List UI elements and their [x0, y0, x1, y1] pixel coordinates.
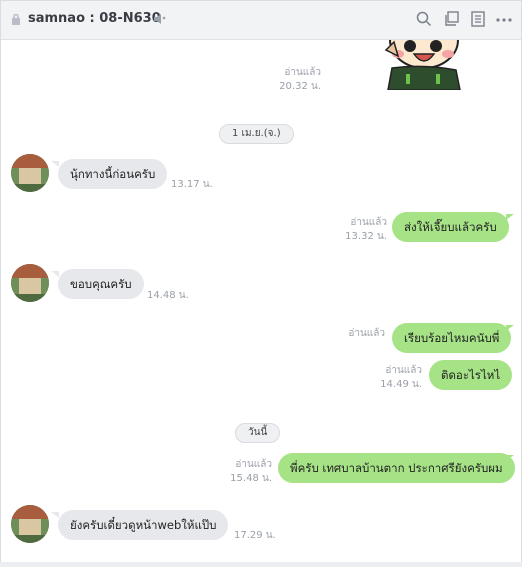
- more-icon[interactable]: [496, 18, 512, 22]
- outgoing-message[interactable]: เรียบร้อยไหมคนับพี่: [392, 323, 512, 353]
- date-separator: วันนี้: [235, 423, 281, 443]
- bubble-tail: [506, 455, 514, 461]
- notes-icon[interactable]: [471, 11, 485, 27]
- bubble-tail: [51, 271, 59, 277]
- incoming-message[interactable]: นุ้กทางนี้ก่อนครับ: [58, 159, 168, 189]
- message-time: 13.17 น.: [171, 179, 213, 190]
- read-receipt: อ่านแล้ว: [348, 328, 385, 339]
- message-list[interactable]: อ่านแล้ว 20.32 น. 1 เม.ย.(จ.) นุ้กทางนี้…: [1, 40, 521, 565]
- chat-header: samnao : 08-N630: [1, 1, 521, 40]
- read-receipt: อ่านแล้ว: [284, 67, 321, 78]
- read-receipt: อ่านแล้ว: [385, 365, 422, 376]
- input-area-edge: [0, 562, 522, 567]
- speaker-mute-icon[interactable]: [153, 13, 167, 25]
- chat-window: samnao : 08-N630 อ่านแล้ว 20.32 น. 1 เม.…: [0, 0, 522, 567]
- bubble-tail: [51, 161, 59, 167]
- incoming-message[interactable]: ยังครับเดี๋ยวดูหน้าwebให้แป๊บ: [58, 510, 229, 540]
- copy-icon[interactable]: [444, 11, 460, 27]
- message-time: 14.48 น.: [147, 290, 189, 301]
- avatar[interactable]: [11, 505, 49, 543]
- lock-icon: [12, 13, 20, 25]
- message-time: 13.32 น.: [345, 231, 387, 242]
- outgoing-message[interactable]: พี่ครับ เทศบาลบ้านตาก ประกาศรียังครับผม: [278, 453, 515, 483]
- sticker-message: [384, 40, 461, 90]
- message-time: 15.48 น.: [230, 473, 272, 484]
- outgoing-message[interactable]: ส่งให้เจี๊ยบแล้วครับ: [392, 212, 509, 242]
- read-receipt: อ่านแล้ว: [235, 459, 272, 470]
- read-receipt: อ่านแล้ว: [350, 217, 387, 228]
- outgoing-message[interactable]: ติดอะไรไหไ: [429, 360, 513, 390]
- incoming-message[interactable]: ขอบคุณครับ: [58, 269, 144, 299]
- avatar[interactable]: [11, 154, 49, 192]
- bubble-tail: [506, 214, 514, 220]
- message-time: 14.49 น.: [380, 379, 422, 390]
- date-separator: 1 เม.ย.(จ.): [219, 124, 294, 144]
- search-icon[interactable]: [416, 11, 432, 27]
- bubble-tail: [51, 512, 59, 518]
- bubble-tail: [506, 325, 514, 331]
- message-time: 17.29 น.: [234, 530, 276, 541]
- message-time: 20.32 น.: [279, 81, 321, 92]
- chat-title: samnao : 08-N630: [28, 11, 161, 26]
- avatar[interactable]: [11, 264, 49, 302]
